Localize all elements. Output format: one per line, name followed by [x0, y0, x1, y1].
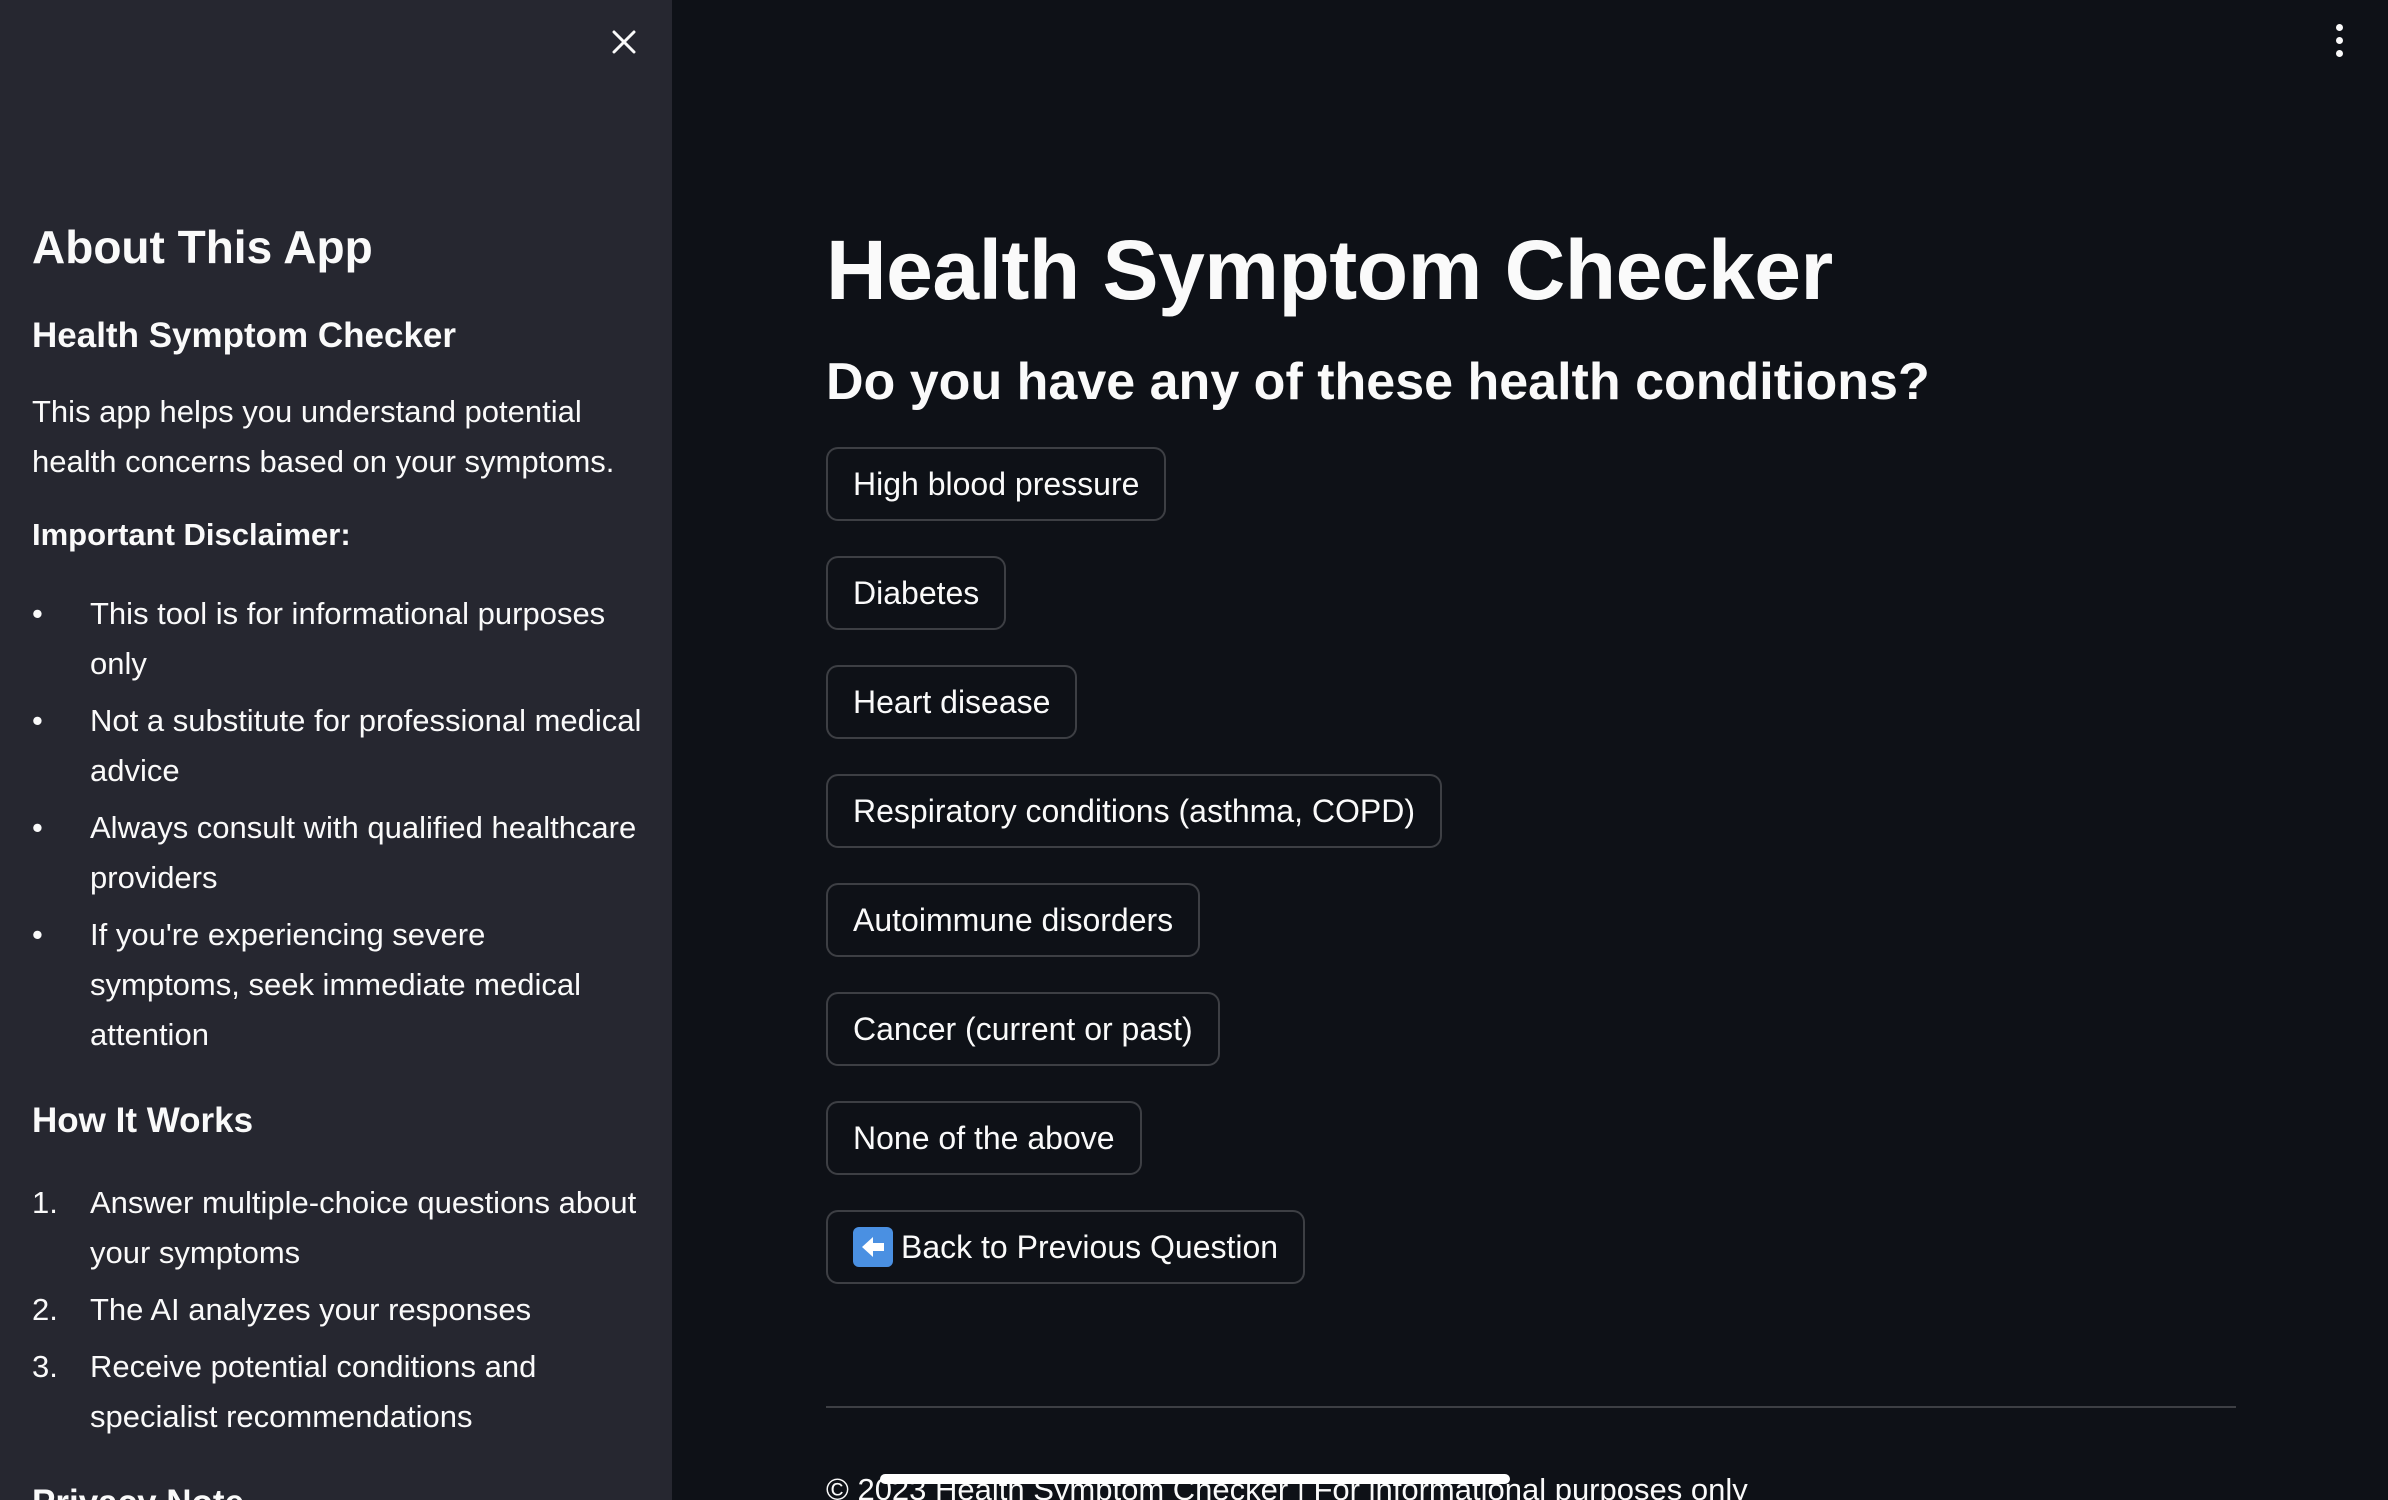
list-item: 3. Receive potential conditions and speci…	[32, 1342, 642, 1442]
list-item: 1. Answer multiple-choice questions about…	[32, 1178, 642, 1278]
privacy-note-heading: Privacy Note	[32, 1482, 642, 1500]
option-button-diabetes[interactable]: Diabetes	[826, 556, 1007, 631]
option-button-none[interactable]: None of the above	[826, 1101, 1142, 1176]
main-area: Health Symptom Checker Do you have any o…	[672, 0, 2388, 1500]
left-arrow-icon	[853, 1227, 893, 1268]
list-number: 1.	[32, 1185, 58, 1221]
option-row: Respiratory conditions (asthma, COPD)	[826, 774, 2236, 883]
list-item-text: Receive potential conditions and special…	[90, 1349, 537, 1435]
bullet-icon: •	[32, 917, 43, 953]
sidebar-description: This app helps you understand potential …	[32, 394, 615, 480]
option-row: High blood pressure	[826, 447, 2236, 556]
list-item: 2. The AI analyzes your responses	[32, 1285, 642, 1335]
list-item-text: Not a substitute for professional medica…	[90, 703, 642, 789]
divider	[826, 1406, 2236, 1408]
dot	[2335, 49, 2343, 57]
back-row: Back to Previous Question	[826, 1210, 2236, 1319]
page-title: Health Symptom Checker	[826, 223, 1833, 317]
option-row: None of the above	[826, 1101, 2236, 1210]
horizontal-scrollbar[interactable]	[880, 1474, 1510, 1484]
option-button-cancer[interactable]: Cancer (current or past)	[826, 992, 1220, 1067]
option-button-respiratory[interactable]: Respiratory conditions (asthma, COPD)	[826, 774, 1442, 849]
list-item: • Always consult with qualified healthcar…	[32, 803, 642, 903]
option-row: Diabetes	[826, 556, 2236, 665]
sidebar-heading: About This App	[32, 221, 373, 273]
option-button-autoimmune[interactable]: Autoimmune disorders	[826, 883, 1201, 958]
option-row: Cancer (current or past)	[826, 992, 2236, 1101]
how-it-works-heading: How It Works	[32, 1101, 254, 1141]
disclaimer-list: • This tool is for informational purposes…	[32, 589, 642, 1060]
list-number: 2.	[32, 1292, 58, 1328]
how-it-works-list: 1. Answer multiple-choice questions about…	[32, 1178, 642, 1442]
list-item: • If you're experiencing severe symptoms,…	[32, 910, 642, 1060]
list-item-text: Always consult with qualified healthcare…	[90, 810, 637, 896]
sidebar-content: About This App Health Symptom Checker Th…	[32, 220, 642, 1500]
list-item: • This tool is for informational purposes…	[32, 589, 642, 689]
app-root: About This App Health Symptom Checker Th…	[0, 0, 2388, 1500]
list-item-text: This tool is for informational purposes …	[90, 596, 606, 682]
more-vertical-icon[interactable]	[2324, 20, 2354, 60]
close-icon[interactable]	[604, 22, 644, 62]
option-button-heart-disease[interactable]: Heart disease	[826, 665, 1078, 740]
list-item-text: If you're experiencing severe symptoms, …	[90, 917, 581, 1053]
dot	[2335, 23, 2343, 31]
list-item: • Not a substitute for professional medic…	[32, 696, 642, 796]
option-button-high-blood-pressure[interactable]: High blood pressure	[826, 447, 1167, 522]
list-item-text: The AI analyzes your responses	[90, 1292, 532, 1328]
list-item-text: Answer multiple-choice questions about y…	[90, 1185, 637, 1271]
question-heading: Do you have any of these health conditio…	[826, 352, 1930, 411]
sidebar: About This App Health Symptom Checker Th…	[0, 0, 672, 1500]
back-button[interactable]: Back to Previous Question	[826, 1210, 1306, 1285]
option-row: Heart disease	[826, 665, 2236, 774]
back-button-label: Back to Previous Question	[901, 1228, 1279, 1265]
disclaimer-label: Important Disclaimer:	[32, 517, 351, 553]
bullet-icon: •	[32, 703, 43, 739]
dot	[2335, 36, 2343, 44]
list-number: 3.	[32, 1349, 58, 1385]
option-row: Autoimmune disorders	[826, 883, 2236, 992]
bullet-icon: •	[32, 810, 43, 846]
main-content: Health Symptom Checker Do you have any o…	[826, 220, 2236, 1319]
sidebar-app-name: Health Symptom Checker	[32, 316, 457, 356]
bullet-icon: •	[32, 596, 43, 632]
